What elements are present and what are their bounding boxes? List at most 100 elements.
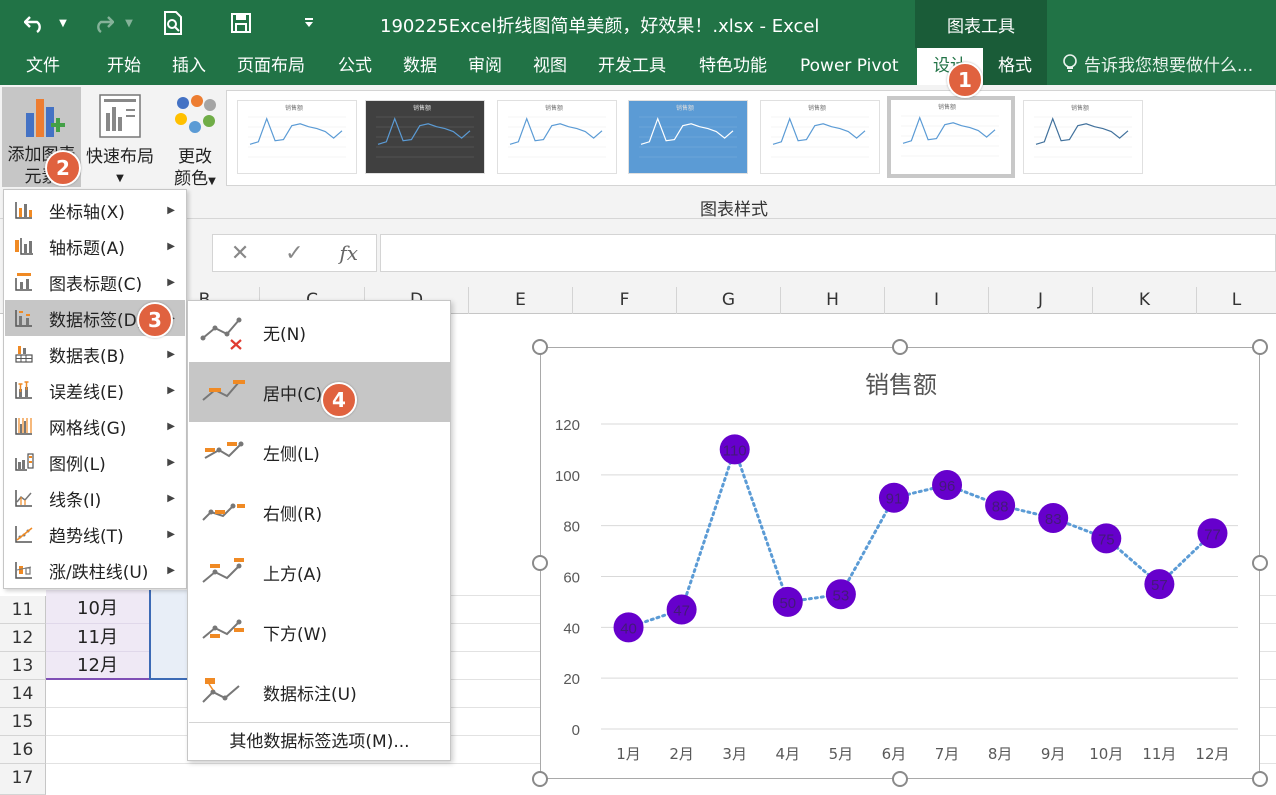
submenu-arrow-icon: ▶ bbox=[167, 384, 175, 396]
save-icon[interactable] bbox=[226, 8, 256, 38]
chart-styles-group-label: 图表样式 bbox=[700, 200, 768, 220]
chart-style-2[interactable]: 销售额 bbox=[365, 100, 485, 174]
tab-review[interactable]: 审阅 bbox=[468, 48, 502, 85]
menu-item-axis-titles[interactable]: 轴标题(A) ▶ bbox=[5, 228, 185, 264]
quick-layout-button[interactable]: 快速布局 ▼ bbox=[84, 87, 156, 187]
undo-icon[interactable] bbox=[20, 8, 50, 38]
x-tick-label: 10月 bbox=[1089, 745, 1123, 763]
formula-buttons: ✕ ✓ fx bbox=[212, 234, 377, 272]
menu-item-axes[interactable]: 坐标轴(X) ▶ bbox=[5, 192, 185, 228]
column-header-j[interactable]: J bbox=[988, 287, 1092, 314]
submenu-arrow-icon: ▶ bbox=[167, 492, 175, 504]
tab-formulas[interactable]: 公式 bbox=[338, 48, 372, 85]
chart-style-6[interactable]: 销售额 bbox=[887, 96, 1015, 178]
x-tick-label: 3月 bbox=[722, 745, 747, 763]
chart-style-line bbox=[249, 116, 343, 145]
cell-month[interactable]: 11月 bbox=[46, 624, 149, 652]
submenu-item-center[interactable]: 居中(C) bbox=[189, 362, 450, 422]
change-colors-button[interactable]: 更改 颜色▼ bbox=[164, 87, 226, 189]
formula-input[interactable] bbox=[380, 234, 1276, 272]
row-header[interactable]: 15 bbox=[0, 708, 46, 736]
submenu-item-none[interactable]: 无(N) bbox=[189, 302, 450, 362]
column-header-k[interactable]: K bbox=[1092, 287, 1196, 314]
row-header[interactable]: 11 bbox=[0, 596, 46, 624]
resize-handle[interactable] bbox=[532, 555, 548, 571]
row-header[interactable]: 14 bbox=[0, 680, 46, 708]
row-header[interactable]: 13 bbox=[0, 652, 46, 680]
submenu-item-below[interactable]: 下方(W) bbox=[189, 602, 450, 662]
tab-power-pivot[interactable]: Power Pivot bbox=[800, 48, 899, 85]
cell-month[interactable]: 12月 bbox=[46, 652, 149, 680]
menu-item-up-down-bars[interactable]: 涨/跌柱线(U) ▶ bbox=[5, 552, 185, 588]
cell-month[interactable]: 10月 bbox=[46, 590, 149, 624]
tab-home[interactable]: 开始 bbox=[107, 48, 141, 85]
chart-style-5[interactable]: 销售额 bbox=[760, 100, 880, 174]
tab-insert[interactable]: 插入 bbox=[172, 48, 206, 85]
tab-file[interactable]: 文件 bbox=[26, 48, 60, 85]
axis-icon bbox=[13, 199, 35, 221]
confirm-icon[interactable]: ✓ bbox=[285, 241, 303, 266]
cancel-icon[interactable]: ✕ bbox=[231, 241, 249, 266]
chart-style-3[interactable]: 销售额 bbox=[497, 100, 617, 174]
column-header-l[interactable]: L bbox=[1196, 287, 1276, 314]
undo-dropdown-icon[interactable]: ▼ bbox=[56, 8, 70, 38]
resize-handle[interactable] bbox=[892, 339, 908, 355]
data-labels-submenu: 无(N) 居中(C) 左侧(L) 右侧(R) 上方(A) 下方(W) 数据标注(… bbox=[187, 300, 451, 761]
menu-item-trendline[interactable]: 趋势线(T) ▶ bbox=[5, 516, 185, 552]
menu-item-chart-title[interactable]: 图表标题(C) ▶ bbox=[5, 264, 185, 300]
chart-style-7[interactable]: 销售额 bbox=[1023, 100, 1143, 174]
menu-item-legend[interactable]: 图例(L) ▶ bbox=[5, 444, 185, 480]
menu-item-data-table[interactable]: 数据表(B) ▶ bbox=[5, 336, 185, 372]
x-tick-label: 1月 bbox=[616, 745, 641, 763]
selected-value-range[interactable] bbox=[149, 590, 187, 680]
tab-special-features[interactable]: 特色功能 bbox=[699, 48, 767, 85]
column-header-h[interactable]: H bbox=[780, 287, 884, 314]
excel-window: ▼ ▼ 190225Excel折线图简单美颜，好效果！.xlsx - Excel… bbox=[0, 0, 1276, 795]
chart-style-1[interactable]: 销售额 bbox=[237, 100, 357, 174]
tab-format[interactable]: 格式 bbox=[983, 48, 1047, 85]
submenu-arrow-icon: ▶ bbox=[167, 348, 175, 360]
column-header-i[interactable]: I bbox=[884, 287, 988, 314]
menu-item-lines[interactable]: 线条(I) ▶ bbox=[5, 480, 185, 516]
submenu-arrow-icon: ▶ bbox=[167, 276, 175, 288]
resize-handle[interactable] bbox=[532, 339, 548, 355]
redo-icon[interactable] bbox=[88, 8, 118, 38]
row-header[interactable]: 12 bbox=[0, 624, 46, 652]
row-header[interactable]: 17 bbox=[0, 764, 46, 795]
y-tick-label: 100 bbox=[555, 468, 580, 485]
tab-developer[interactable]: 开发工具 bbox=[598, 48, 666, 85]
submenu-item-right[interactable]: 右侧(R) bbox=[189, 482, 450, 542]
add-chart-element-menu: 坐标轴(X)▶ 轴标题(A)▶ 图表标题(C)▶ 数据标签(D)▶ 数据表(B)… bbox=[3, 189, 187, 589]
chart-style-4[interactable]: 销售额 bbox=[628, 100, 748, 174]
x-tick-label: 6月 bbox=[882, 745, 907, 763]
redo-dropdown-icon[interactable]: ▼ bbox=[122, 8, 136, 38]
chart-style-title: 销售额 bbox=[676, 104, 694, 112]
legend-icon bbox=[13, 451, 35, 473]
resize-handle[interactable] bbox=[1252, 339, 1268, 355]
resize-handle[interactable] bbox=[892, 771, 908, 787]
submenu-item-data-callout[interactable]: 数据标注(U) bbox=[189, 662, 450, 722]
resize-handle[interactable] bbox=[1252, 771, 1268, 787]
menu-item-error-bars[interactable]: 误差线(E) ▶ bbox=[5, 372, 185, 408]
tab-data[interactable]: 数据 bbox=[403, 48, 437, 85]
column-header-g[interactable]: G bbox=[676, 287, 780, 314]
print-preview-icon[interactable] bbox=[158, 8, 188, 38]
submenu-item-above[interactable]: 上方(A) bbox=[189, 542, 450, 602]
customize-toolbar-icon[interactable] bbox=[300, 8, 318, 38]
tab-view[interactable]: 视图 bbox=[533, 48, 567, 85]
line-chart[interactable]: 销售额 0 20 40 60 80 100 120 1月 2月 3月 4月 5月 6月 7月 8月 9月 10月… bbox=[540, 347, 1260, 779]
row-header[interactable]: 16 bbox=[0, 736, 46, 764]
more-data-label-options[interactable]: 其他数据标签选项(M)... bbox=[189, 722, 450, 760]
resize-handle[interactable] bbox=[532, 771, 548, 787]
document-title: 190225Excel折线图简单美颜，好效果！.xlsx - Excel bbox=[380, 16, 820, 37]
title-bar: ▼ ▼ 190225Excel折线图简单美颜，好效果！.xlsx - Excel… bbox=[0, 0, 1276, 48]
tab-page-layout[interactable]: 页面布局 bbox=[237, 48, 305, 85]
resize-handle[interactable] bbox=[1252, 555, 1268, 571]
menu-item-gridlines[interactable]: 网格线(G) ▶ bbox=[5, 408, 185, 444]
tell-me-search[interactable]: 告诉我您想要做什么... bbox=[1062, 48, 1253, 85]
insert-function-icon[interactable]: fx bbox=[339, 241, 358, 265]
column-header-e[interactable]: E bbox=[468, 287, 572, 314]
column-header-f[interactable]: F bbox=[572, 287, 676, 314]
submenu-item-left[interactable]: 左侧(L) bbox=[189, 422, 450, 482]
series-line[interactable] bbox=[627, 444, 1214, 629]
